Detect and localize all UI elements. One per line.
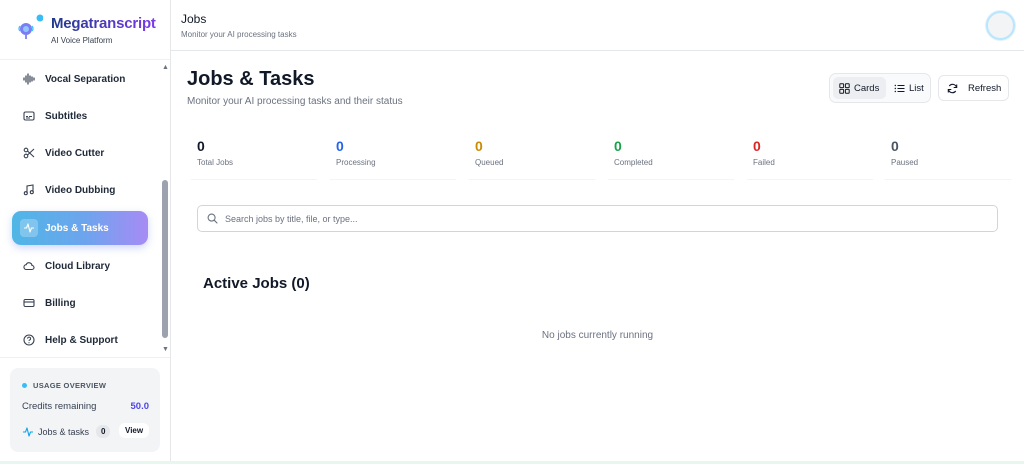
page-title: Jobs & Tasks [187,68,315,90]
sidebar-item-video-dubbing[interactable]: Video Dubbing [12,173,148,207]
grid-icon [839,82,850,94]
stat-label: Paused [891,158,919,167]
list-label: List [909,82,924,94]
scroll-down-arrow-icon[interactable]: ▼ [162,346,169,353]
page-subtitle: Monitor your AI processing tasks and the… [187,96,403,107]
credits-label: Credits remaining [22,401,97,412]
sidebar-scrollbar[interactable]: ▲ ▼ [161,62,170,357]
list-view-button[interactable]: List [888,77,928,99]
stat-value: 0 [336,138,344,154]
cards-view-button[interactable]: Cards [833,77,886,99]
view-button[interactable]: View [119,423,150,438]
sidebar-nav: Vocal Separation Subtitles Video Cutter … [0,62,160,357]
brand-subtitle: AI Voice Platform [51,36,113,45]
stat-value: 0 [197,138,205,154]
stat-value: 0 [891,138,899,154]
search-input[interactable] [225,213,985,224]
sidebar-item-video-cutter[interactable]: Video Cutter [12,136,148,170]
sidebar-divider [0,357,170,358]
header-title: Jobs [181,12,207,26]
stat-label: Total Jobs [197,158,234,167]
stat-completed: 0 Completed [608,138,734,180]
sidebar-item-label: Subtitles [45,110,88,122]
top-header: Jobs Monitor your AI processing tasks [171,0,1024,51]
stat-label: Processing [336,158,376,167]
sidebar-item-label: Vocal Separation [45,73,126,85]
scroll-up-arrow-icon[interactable]: ▲ [162,64,169,71]
active-jobs-title: Active Jobs (0) [203,275,310,292]
empty-state-message: No jobs currently running [541,330,654,341]
sidebar-item-jobs-tasks[interactable]: Jobs & Tasks [12,211,148,245]
scissors-icon [22,146,36,160]
stat-label: Failed [753,158,775,167]
stat-failed: 0 Failed [747,138,873,180]
stats-row: 0 Total Jobs 0 Processing 0 Queued 0 Com… [191,138,1011,180]
brand-logo-icon [18,14,43,39]
search-icon [207,213,218,224]
stat-total-jobs: 0 Total Jobs [191,138,317,180]
brand[interactable]: Megatranscript AI Voice Platform [0,0,170,60]
sidebar-item-vocal-separation[interactable]: Vocal Separation [12,62,148,96]
app: Megatranscript AI Voice Platform Vocal S… [0,0,1024,464]
sidebar-item-label: Jobs & Tasks [45,222,109,234]
scroll-thumb[interactable] [162,180,168,338]
view-toggle: Cards List [829,73,931,103]
jobs-tasks-row: Jobs & tasks [22,426,89,438]
stat-processing: 0 Processing [330,138,456,180]
music-note-icon [22,183,36,197]
stat-value: 0 [614,138,622,154]
jobs-count-badge: 0 [96,425,111,438]
main-content: Jobs & Tasks Monitor your AI processing … [171,52,1024,464]
refresh-icon [947,83,958,94]
stat-paused: 0 Paused [885,138,1011,180]
waveform-icon [22,72,36,86]
help-circle-icon [22,333,36,347]
list-icon [894,83,905,94]
usage-overview-card: USAGE OVERVIEW Credits remaining 50.0 Jo… [10,368,160,452]
stat-queued: 0 Queued [469,138,595,180]
activity-icon [20,219,38,237]
credits-value: 50.0 [130,401,150,412]
sidebar-item-label: Video Cutter [45,147,105,159]
search-bar [197,205,998,232]
sidebar-item-label: Help & Support [45,334,118,346]
subtitles-icon [22,109,36,123]
header-subtitle: Monitor your AI processing tasks [181,30,297,39]
jobs-tasks-label: Jobs & tasks [38,427,90,437]
usage-overview-label: USAGE OVERVIEW [33,381,107,390]
brand-name: Megatranscript [51,15,156,32]
cards-label: Cards [854,82,880,94]
sidebar-item-label: Video Dubbing [45,184,116,196]
credit-card-icon [22,296,36,310]
sidebar-item-billing[interactable]: Billing [12,286,148,320]
stat-value: 0 [753,138,761,154]
stat-label: Completed [614,158,653,167]
sidebar-item-label: Billing [45,297,76,309]
stat-value: 0 [475,138,483,154]
refresh-label: Refresh [968,82,1002,94]
sidebar-item-label: Cloud Library [45,260,111,272]
status-dot-icon [22,383,27,388]
cloud-icon [22,259,36,273]
sidebar-item-cloud-library[interactable]: Cloud Library [12,249,148,283]
sidebar-item-subtitles[interactable]: Subtitles [12,99,148,133]
activity-icon [22,426,34,438]
refresh-button[interactable]: Refresh [938,75,1009,101]
usage-overview-title: USAGE OVERVIEW [22,381,106,390]
sidebar: Megatranscript AI Voice Platform Vocal S… [0,0,171,464]
user-avatar[interactable] [986,11,1015,40]
sidebar-item-help-support[interactable]: Help & Support [12,323,148,357]
stat-label: Queued [475,158,504,167]
